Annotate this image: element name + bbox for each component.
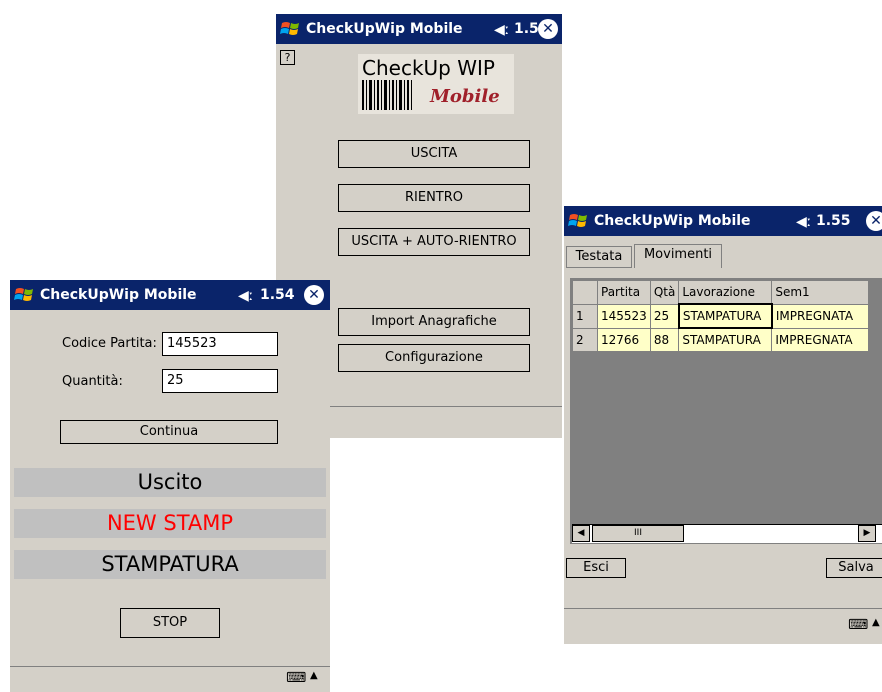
cell-lavorazione[interactable]: STAMPATURA xyxy=(678,327,773,352)
cell-qta[interactable]: 88 xyxy=(649,327,680,352)
close-icon[interactable]: ✕ xyxy=(304,285,324,305)
uscita-button[interactable]: USCITA xyxy=(338,140,530,168)
horizontal-scrollbar[interactable]: ◀ III ▶ xyxy=(572,524,882,543)
tab-testata[interactable]: Testata xyxy=(566,246,632,268)
uscita-auto-rientro-button[interactable]: USCITA + AUTO-RIENTRO xyxy=(338,228,530,256)
tab-movimenti[interactable]: Movimenti xyxy=(634,244,722,268)
movimenti-table: Partita Qtà Lavorazione Sem1 1 145523 25… xyxy=(572,280,870,352)
windows-start-icon[interactable] xyxy=(568,211,590,231)
import-anagrafiche-button[interactable]: Import Anagrafiche xyxy=(338,308,530,336)
entry-window: CheckUpWip Mobile ◀ː 1.54 ✕ Codice Parti… xyxy=(10,280,330,692)
row-index: 1 xyxy=(572,303,598,329)
keyboard-icon[interactable]: ⌨ xyxy=(286,670,306,686)
col-header-qta[interactable]: Qtà xyxy=(649,280,680,305)
entry-titlebar: CheckUpWip Mobile ◀ː 1.54 ✕ xyxy=(10,280,330,310)
windows-start-icon[interactable] xyxy=(280,19,302,39)
grid-bottom-bar: ⌨ ▲ xyxy=(564,608,882,644)
quantita-input[interactable]: 25 xyxy=(162,369,278,393)
col-header-index xyxy=(572,280,598,305)
logo-title: CheckUp WIP xyxy=(362,56,495,80)
logo-subtitle: Mobile xyxy=(430,86,500,107)
scroll-left-icon[interactable]: ◀ xyxy=(572,525,590,542)
speaker-icon[interactable]: ◀ː xyxy=(796,214,811,230)
entry-clock: 1.54 xyxy=(260,287,295,303)
status-new-stamp: NEW STAMP xyxy=(14,509,326,538)
col-header-partita[interactable]: Partita xyxy=(597,280,651,305)
input-arrow-icon[interactable]: ▲ xyxy=(310,670,318,681)
cell-lavorazione[interactable]: STAMPATURA xyxy=(677,303,773,329)
keyboard-icon[interactable]: ⌨ xyxy=(848,617,868,633)
menu-app-title: CheckUpWip Mobile xyxy=(306,21,463,37)
scroll-right-icon[interactable]: ▶ xyxy=(858,525,876,542)
table-row[interactable]: 1 145523 25 STAMPATURA IMPREGNATA xyxy=(572,303,870,329)
salva-button[interactable]: Salva xyxy=(826,558,882,578)
grid-clock: 1.55 xyxy=(816,213,851,229)
rientro-button[interactable]: RIENTRO xyxy=(338,184,530,212)
entry-bottom-bar: ⌨ ▲ xyxy=(10,666,330,692)
barcode-icon xyxy=(362,80,412,110)
close-icon[interactable]: ✕ xyxy=(538,19,558,39)
windows-start-icon[interactable] xyxy=(14,285,36,305)
cell-sem1[interactable]: IMPREGNATA xyxy=(771,327,870,352)
codice-partita-input[interactable]: 145523 xyxy=(162,332,278,356)
table-row[interactable]: 2 12766 88 STAMPATURA IMPREGNATA xyxy=(572,327,870,352)
esci-button[interactable]: Esci xyxy=(566,558,626,578)
col-header-lavorazione[interactable]: Lavorazione xyxy=(678,280,773,305)
grid-app-title: CheckUpWip Mobile xyxy=(594,213,751,229)
grid-titlebar: CheckUpWip Mobile ◀ː 1.55 ✕ xyxy=(564,206,882,236)
scroll-thumb[interactable]: III xyxy=(592,525,684,542)
codice-partita-label: Codice Partita: xyxy=(62,336,157,351)
grid-window: CheckUpWip Mobile ◀ː 1.55 ✕ Testata Movi… xyxy=(564,206,882,644)
row-index: 2 xyxy=(572,327,598,352)
status-stampatura: STAMPATURA xyxy=(14,550,326,579)
entry-app-title: CheckUpWip Mobile xyxy=(40,287,197,303)
col-header-sem1[interactable]: Sem1 xyxy=(771,280,870,305)
cell-partita[interactable]: 12766 xyxy=(597,327,651,352)
speaker-icon[interactable]: ◀ː xyxy=(494,22,509,38)
continua-button[interactable]: Continua xyxy=(60,420,278,444)
cell-partita[interactable]: 145523 xyxy=(597,303,651,329)
help-button[interactable]: ? xyxy=(280,50,295,65)
close-icon[interactable]: ✕ xyxy=(866,211,882,231)
cell-qta[interactable]: 25 xyxy=(649,303,680,329)
menu-titlebar: CheckUpWip Mobile ◀ː 1.53 ✕ xyxy=(276,14,562,44)
stop-button[interactable]: STOP xyxy=(120,608,220,638)
table-header-row: Partita Qtà Lavorazione Sem1 xyxy=(572,280,870,305)
checkup-logo: CheckUp WIP Mobile xyxy=(358,54,514,114)
speaker-icon[interactable]: ◀ː xyxy=(238,288,253,304)
grid-area: Partita Qtà Lavorazione Sem1 1 145523 25… xyxy=(570,278,882,544)
configurazione-button[interactable]: Configurazione xyxy=(338,344,530,372)
input-arrow-icon[interactable]: ▲ xyxy=(872,617,880,628)
cell-sem1[interactable]: IMPREGNATA xyxy=(771,303,870,329)
quantita-label: Quantità: xyxy=(62,374,123,389)
status-uscito: Uscito xyxy=(14,468,326,497)
